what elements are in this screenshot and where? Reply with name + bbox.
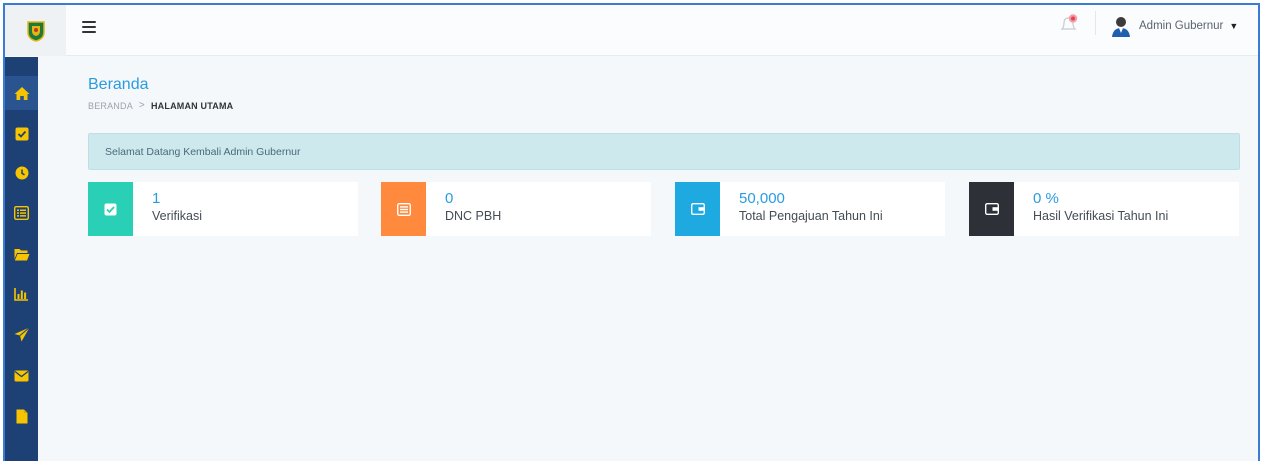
app-window: Admin Gubernur ▼ Beranda BERANDA > HALAM… [3, 3, 1260, 461]
welcome-alert: Selamat Datang Kembali Admin Gubernur [88, 133, 1240, 170]
sidebar [5, 57, 38, 461]
folder-open-icon [14, 248, 29, 260]
sidebar-item-documents[interactable] [5, 237, 38, 271]
logo[interactable] [5, 5, 66, 56]
breadcrumb-current: HALAMAN UTAMA [150, 100, 234, 111]
user-menu[interactable]: Admin Gubernur ▼ [1109, 13, 1238, 39]
file-icon [16, 409, 27, 423]
send-icon [14, 326, 30, 341]
home-icon [14, 86, 29, 100]
stat-value: 0 [445, 190, 454, 207]
stat-label: DNC PBH [445, 209, 502, 223]
wallet-icon [984, 203, 999, 215]
stat-value: 0 % [1033, 190, 1059, 207]
sidebar-item-files[interactable] [5, 399, 38, 433]
avatar [1112, 17, 1130, 37]
stat-label: Verifikasi [152, 209, 203, 223]
page-title: Beranda [88, 76, 149, 93]
check-square-icon [104, 203, 117, 215]
sidebar-item-verification[interactable] [5, 117, 38, 151]
sidebar-item-reports[interactable] [5, 277, 38, 311]
notification-bell-icon[interactable] [1058, 12, 1080, 34]
sidebar-item-messages[interactable] [5, 359, 38, 393]
menu-toggle-icon[interactable] [82, 21, 96, 33]
chevron-down-icon[interactable]: ▼ [1229, 21, 1238, 31]
stat-value: 1 [152, 190, 161, 207]
header-divider [1095, 11, 1096, 35]
stat-card-total-pengajuan[interactable]: 50,000 Total Pengajuan Tahun Ini [675, 182, 945, 236]
top-bar: Admin Gubernur ▼ [5, 5, 1258, 56]
stat-card-verifikasi[interactable]: 1 Verifikasi [88, 182, 358, 236]
stat-card-dnc-pbh[interactable]: 0 DNC PBH [381, 182, 651, 236]
stat-icon-box [969, 182, 1014, 236]
province-emblem-icon [26, 20, 45, 42]
sidebar-item-submissions[interactable] [5, 317, 38, 351]
stat-icon-box [675, 182, 720, 236]
check-square-icon [15, 127, 28, 141]
sidebar-item-list[interactable] [5, 196, 38, 230]
bar-chart-icon [14, 288, 28, 301]
sidebar-item-history[interactable] [5, 156, 38, 190]
wallet-icon [690, 203, 705, 215]
envelope-icon [14, 370, 29, 382]
sidebar-item-home[interactable] [5, 76, 38, 110]
list-icon [14, 206, 29, 220]
stat-icon-box [381, 182, 426, 236]
stat-label: Hasil Verifikasi Tahun Ini [1033, 209, 1169, 223]
stat-icon-box [88, 182, 133, 236]
stat-value: 50,000 [739, 190, 785, 207]
stat-label: Total Pengajuan Tahun Ini [739, 209, 883, 223]
breadcrumb: BERANDA > HALAMAN UTAMA [88, 100, 233, 111]
clock-icon [15, 166, 28, 180]
welcome-message: Selamat Datang Kembali Admin Gubernur [105, 145, 301, 158]
breadcrumb-root-link[interactable]: BERANDA [88, 101, 133, 111]
stat-card-hasil-verifikasi[interactable]: 0 % Hasil Verifikasi Tahun Ini [969, 182, 1239, 236]
breadcrumb-separator: > [138, 100, 145, 111]
list-icon [396, 202, 411, 216]
user-name: Admin Gubernur [1139, 20, 1224, 32]
